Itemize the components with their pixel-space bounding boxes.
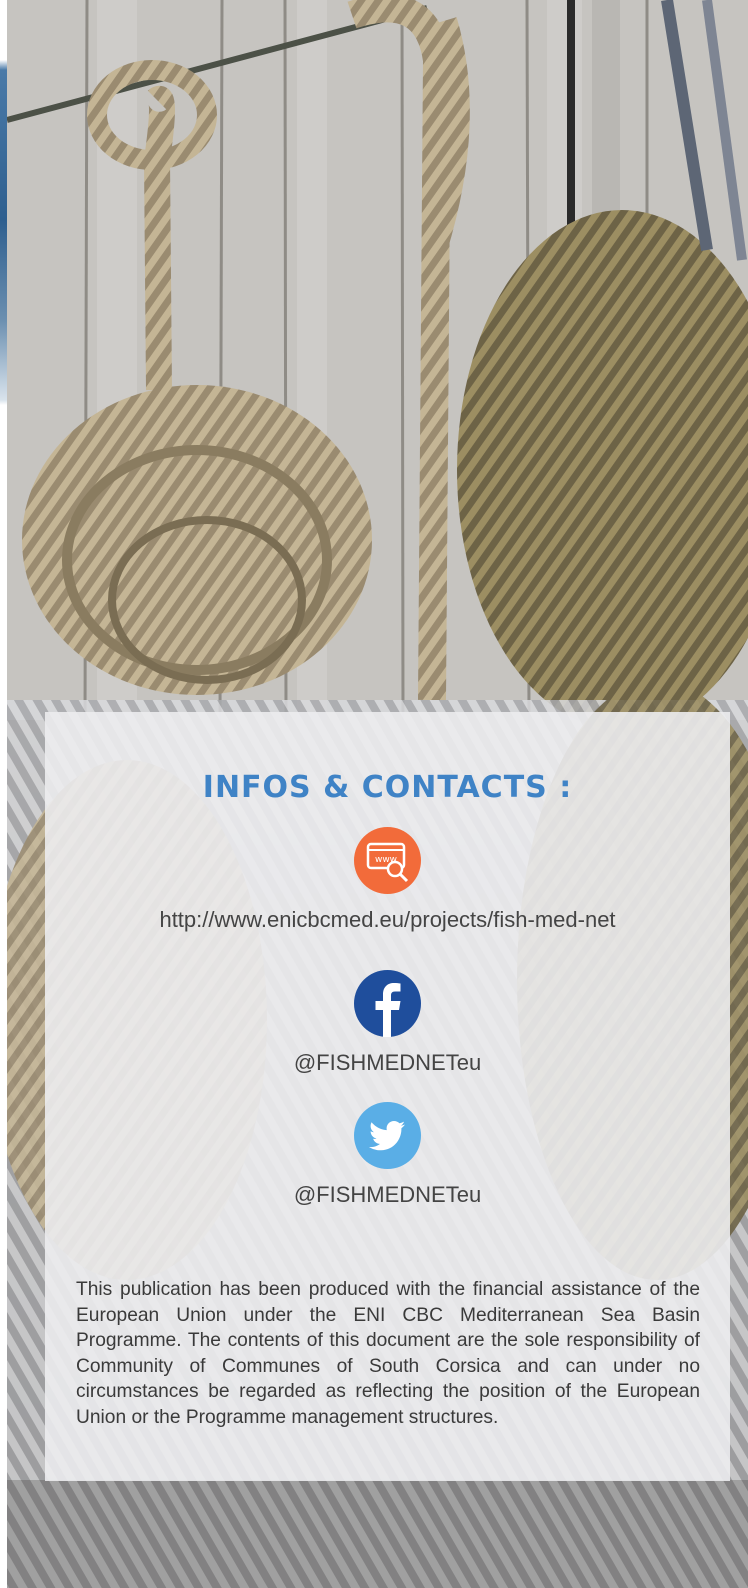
adjacent-page-edge — [0, 0, 7, 1588]
website-link[interactable]: http://www.enicbcmed.eu/projects/fish-me… — [45, 907, 730, 933]
funding-disclaimer: This publication has been produced with … — [76, 1279, 700, 1428]
website-contact: www http://www.enicbcmed.eu/projects/fis… — [45, 827, 730, 933]
twitter-contact: @FISHMEDNETeu — [45, 1102, 730, 1208]
brochure-back-page: INFOS & CONTACTS : www http://www.enicbc… — [0, 0, 748, 1588]
info-contacts-card: INFOS & CONTACTS : www http://www.enicbc… — [45, 712, 730, 1481]
facebook-icon[interactable] — [354, 970, 421, 1037]
facebook-handle[interactable]: @FISHMEDNETeu — [45, 1050, 730, 1076]
www-search-icon[interactable]: www — [354, 827, 421, 894]
card-title: INFOS & CONTACTS : — [202, 770, 573, 805]
facebook-contact: @FISHMEDNETeu — [45, 970, 730, 1076]
twitter-icon[interactable] — [354, 1102, 421, 1169]
twitter-handle[interactable]: @FISHMEDNETeu — [45, 1182, 730, 1208]
